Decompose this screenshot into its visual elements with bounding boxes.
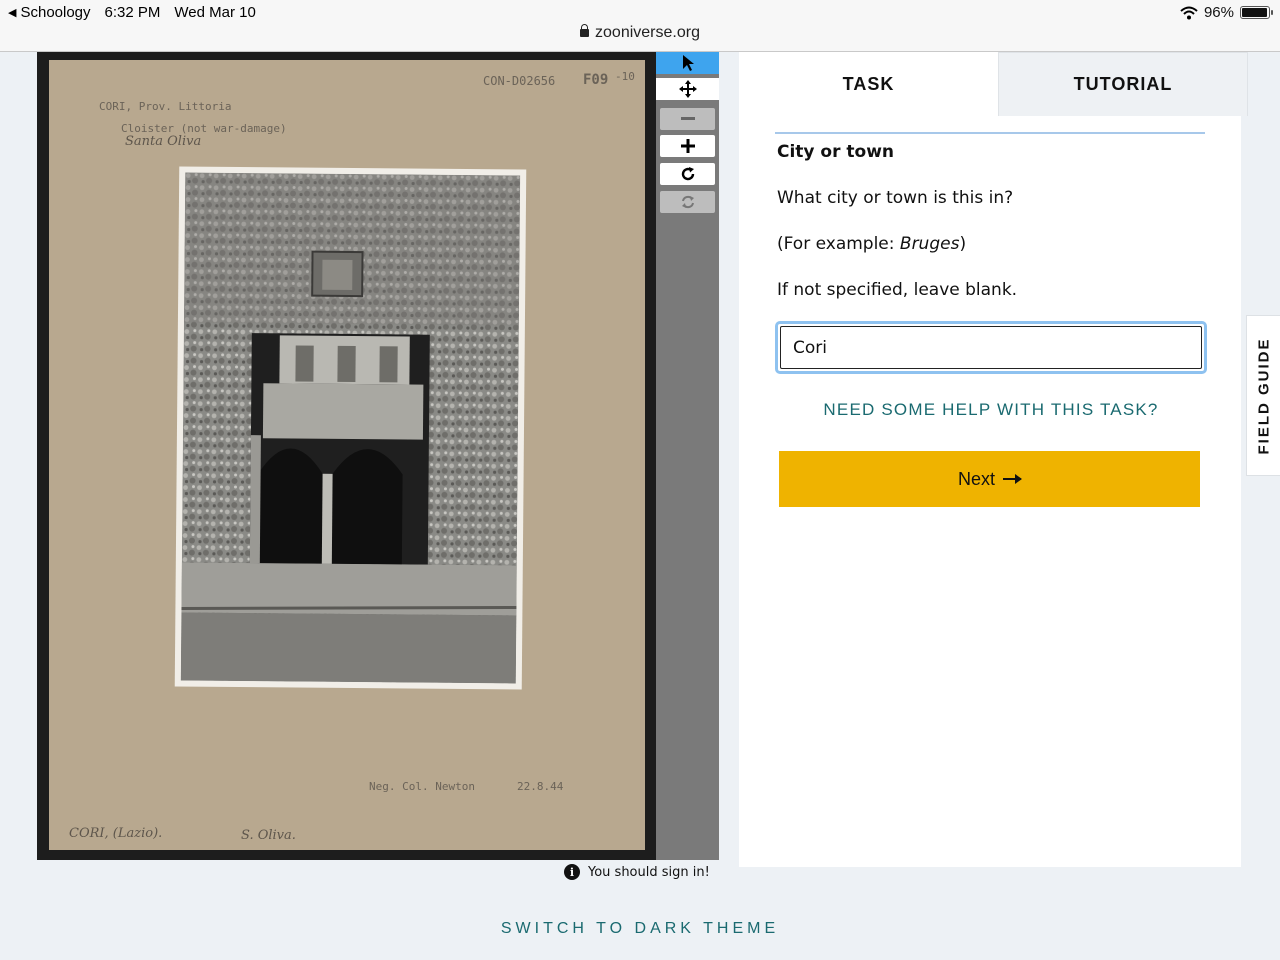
move-icon (678, 80, 697, 98)
example-value: Bruges (899, 234, 960, 254)
task-divider (775, 132, 1205, 134)
status-date: Wed Mar 10 (174, 4, 256, 21)
status-right: 96% (1180, 4, 1273, 21)
reset-button[interactable] (660, 191, 715, 213)
card-script-line: Santa Oliva (125, 134, 202, 149)
zoom-in-button[interactable] (660, 135, 715, 157)
battery-icon (1240, 6, 1273, 19)
switch-dark-theme-link[interactable]: SWITCH TO DARK THEME (0, 920, 1280, 938)
pointer-icon (682, 55, 694, 71)
card-bottom-right: S. Oliva. (241, 828, 296, 843)
back-arrow-icon[interactable]: ◀ (8, 6, 16, 19)
zoom-in-icon (680, 139, 695, 153)
subject-photo (174, 166, 527, 690)
city-answer-input[interactable] (780, 326, 1202, 369)
rotate-button[interactable] (660, 163, 715, 185)
subject-viewer[interactable]: CON-D02656 F09 -10 CORI, Prov. Littoria … (37, 52, 657, 860)
help-link[interactable]: NEED SOME HELP WITH THIS TASK? (775, 400, 1207, 420)
archive-card: CON-D02656 F09 -10 CORI, Prov. Littoria … (49, 60, 645, 850)
battery-percent: 96% (1203, 4, 1234, 21)
task-tabs: TASK TUTORIAL (739, 52, 1248, 116)
lock-icon (580, 24, 590, 37)
task-instruction: If not specified, leave blank. (777, 280, 1018, 300)
card-id: CON-D02656 (483, 74, 556, 88)
rotate-icon (681, 167, 694, 181)
answer-focus-ring (775, 321, 1207, 374)
zoom-out-icon (680, 117, 695, 120)
arrow-right-icon (1003, 474, 1022, 484)
card-mark: -10 (615, 70, 635, 83)
card-negative-line: Neg. Col. Newton (369, 780, 475, 793)
back-app-label[interactable]: Schoology (20, 4, 90, 21)
reset-icon (681, 195, 694, 209)
cloister-photo-image (180, 172, 521, 684)
field-guide-label: FIELD GUIDE (1255, 336, 1272, 455)
field-guide-tab[interactable]: FIELD GUIDE (1246, 315, 1280, 476)
wifi-icon (1180, 6, 1198, 19)
tab-tutorial[interactable]: TUTORIAL (998, 52, 1248, 116)
viewer-toolbar (656, 52, 719, 860)
status-time: 6:32 PM (104, 4, 161, 21)
pointer-tool-button[interactable] (656, 52, 719, 74)
next-button[interactable]: Next (779, 451, 1200, 507)
card-location: CORI, Prov. Littoria (99, 100, 232, 113)
signin-notice: i You should sign in! (564, 864, 710, 880)
task-question: What city or town is this in? (777, 188, 1014, 208)
next-label: Next (957, 468, 995, 489)
card-negative-date: 22.8.44 (517, 780, 564, 793)
tab-task[interactable]: TASK (739, 52, 998, 116)
example-suffix: ) (959, 234, 967, 254)
ios-status-bar: ◀ Schoology 6:32 PM Wed Mar 10 96% zooni… (0, 0, 1280, 52)
task-example: (For example: Bruges) (777, 234, 966, 254)
task-title: City or town (777, 142, 895, 162)
zoom-out-button[interactable] (660, 108, 715, 130)
url-text[interactable]: zooniverse.org (595, 24, 700, 41)
example-prefix: (For example: (777, 234, 900, 254)
card-code: F09 (583, 72, 609, 88)
battery-fill (1242, 8, 1267, 17)
signin-text: You should sign in! (588, 864, 710, 880)
url-bar[interactable]: zooniverse.org (0, 24, 1280, 42)
move-tool-button[interactable] (656, 78, 719, 100)
status-left: ◀ Schoology 6:32 PM Wed Mar 10 (8, 4, 256, 21)
card-bottom-left: CORI, (Lazio). (69, 826, 163, 841)
task-panel: TASK TUTORIAL City or town What city or … (739, 52, 1248, 867)
info-icon: i (564, 864, 580, 880)
